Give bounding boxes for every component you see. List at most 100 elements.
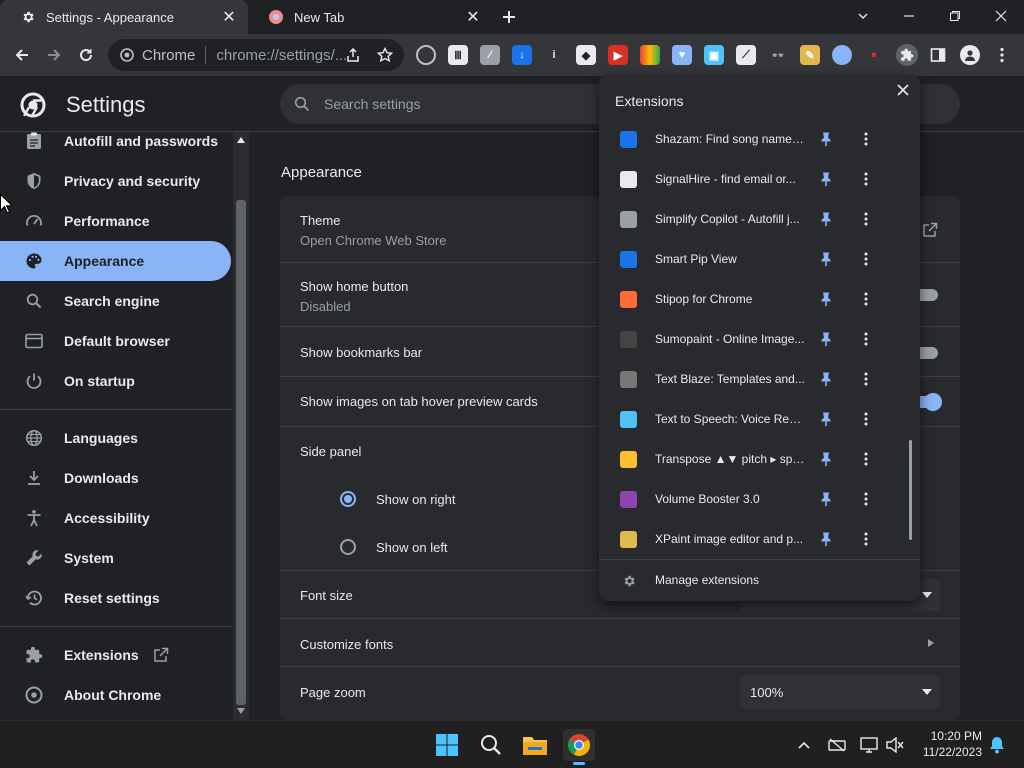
more-options-icon[interactable] bbox=[858, 531, 874, 547]
sidebar-item-autofill[interactable]: Autofill and passwords bbox=[0, 132, 231, 161]
extension-icon[interactable]: Ⅲ bbox=[448, 45, 468, 65]
sidebar-item-on-startup[interactable]: On startup bbox=[0, 361, 231, 401]
pin-icon[interactable] bbox=[818, 531, 834, 547]
compass-extension-icon[interactable] bbox=[416, 45, 436, 65]
extension-list-item[interactable]: Simplify Copilot - Autofill j... bbox=[599, 199, 905, 239]
extension-list-item[interactable]: Volume Booster 3.0 bbox=[599, 479, 905, 519]
record-extension-icon[interactable]: ▶ bbox=[608, 45, 628, 65]
more-options-icon[interactable] bbox=[858, 411, 874, 427]
pin-icon[interactable] bbox=[818, 131, 834, 147]
more-options-icon[interactable] bbox=[858, 331, 874, 347]
more-options-icon[interactable] bbox=[858, 171, 874, 187]
cloud-extension-icon[interactable] bbox=[640, 45, 660, 65]
more-options-icon[interactable] bbox=[858, 371, 874, 387]
sidebar-item-system[interactable]: System bbox=[0, 538, 231, 578]
share-icon[interactable] bbox=[340, 42, 366, 68]
more-options-icon[interactable] bbox=[858, 491, 874, 507]
restore-button[interactable] bbox=[932, 0, 978, 32]
pin-icon[interactable] bbox=[818, 491, 834, 507]
simplify-extension-icon[interactable]: ⁄ bbox=[480, 45, 500, 65]
side-panel-icon[interactable] bbox=[928, 45, 948, 65]
file-explorer-icon[interactable] bbox=[520, 730, 550, 760]
back-button[interactable] bbox=[9, 42, 35, 68]
sidebar-item-search-engine[interactable]: Search engine bbox=[0, 281, 231, 321]
notification-bell-icon[interactable] bbox=[986, 730, 1008, 760]
scroll-up-icon[interactable] bbox=[237, 137, 245, 143]
close-icon[interactable]: ✕ bbox=[218, 6, 240, 28]
new-tab-button[interactable] bbox=[498, 6, 520, 28]
scrollbar-thumb[interactable] bbox=[236, 200, 246, 705]
extension-icon[interactable]: ▣ bbox=[704, 45, 724, 65]
pin-icon[interactable] bbox=[818, 251, 834, 267]
pin-icon[interactable] bbox=[818, 371, 834, 387]
sidebar-item-downloads[interactable]: Downloads bbox=[0, 458, 231, 498]
reload-button[interactable] bbox=[73, 42, 99, 68]
extension-list-item[interactable]: Smart Pip View bbox=[599, 239, 905, 279]
radio-show-on-left[interactable] bbox=[340, 539, 356, 555]
sidebar-item-languages[interactable]: Languages bbox=[0, 418, 231, 458]
sidebar-item-default-browser[interactable]: Default browser bbox=[0, 321, 231, 361]
volume-muted-icon[interactable] bbox=[882, 730, 908, 760]
info-extension-icon[interactable]: i bbox=[544, 45, 564, 65]
taskbar-chrome-icon[interactable] bbox=[563, 729, 595, 765]
more-options-icon[interactable] bbox=[858, 291, 874, 307]
forward-button[interactable] bbox=[41, 42, 67, 68]
display-icon[interactable] bbox=[856, 730, 882, 760]
radio-show-on-right[interactable] bbox=[340, 491, 356, 507]
extension-list-item[interactable]: Transpose ▲▼ pitch ▸ spe... bbox=[599, 439, 905, 479]
taskbar-search-icon[interactable] bbox=[476, 730, 506, 760]
manage-extensions-button[interactable]: Manage extensions bbox=[599, 559, 920, 601]
more-options-icon[interactable] bbox=[858, 131, 874, 147]
more-options-icon[interactable] bbox=[858, 251, 874, 267]
sumopaint-extension-icon[interactable]: 👓 bbox=[768, 45, 788, 65]
sidebar-item-performance[interactable]: Performance bbox=[0, 201, 231, 241]
windows-start-icon[interactable] bbox=[432, 730, 462, 760]
system-clock[interactable]: 10:20 PM 11/22/2023 bbox=[912, 728, 982, 760]
tab-search-button[interactable] bbox=[840, 0, 886, 32]
puzzle-icon[interactable] bbox=[896, 44, 918, 66]
search-input[interactable]: Search settings bbox=[324, 96, 421, 112]
bookmark-star-icon[interactable] bbox=[372, 42, 398, 68]
extension-list-item[interactable]: Stipop for Chrome bbox=[599, 279, 905, 319]
show-on-right-label[interactable]: Show on right bbox=[376, 492, 456, 507]
extension-list-item[interactable]: Text Blaze: Templates and... bbox=[599, 359, 905, 399]
profile-icon[interactable] bbox=[960, 45, 980, 65]
pin-icon[interactable] bbox=[818, 291, 834, 307]
pin-icon[interactable] bbox=[818, 171, 834, 187]
tray-chevron-up-icon[interactable] bbox=[792, 730, 816, 760]
close-window-button[interactable] bbox=[978, 0, 1024, 32]
show-on-left-label[interactable]: Show on left bbox=[376, 540, 448, 555]
pin-icon[interactable] bbox=[818, 331, 834, 347]
extension-list-item[interactable]: Shazam: Find song names... bbox=[599, 119, 905, 159]
pin-icon[interactable] bbox=[818, 411, 834, 427]
sidebar-item-accessibility[interactable]: Accessibility bbox=[0, 498, 231, 538]
minimize-button[interactable] bbox=[886, 0, 932, 32]
sidebar-item-reset[interactable]: Reset settings bbox=[0, 578, 231, 618]
pin-icon[interactable] bbox=[818, 451, 834, 467]
xpaint-extension-icon[interactable]: ✎ bbox=[800, 45, 820, 65]
menu-icon[interactable] bbox=[992, 45, 1012, 65]
popup-scrollbar[interactable] bbox=[909, 440, 912, 540]
more-options-icon[interactable] bbox=[858, 451, 874, 467]
sidebar-item-privacy[interactable]: Privacy and security bbox=[0, 161, 231, 201]
sidebar-item-about[interactable]: About Chrome bbox=[0, 675, 231, 715]
extension-icon[interactable]: ◆ bbox=[576, 45, 596, 65]
extension-icon[interactable]: ● bbox=[864, 45, 884, 65]
tab-new-tab[interactable]: New Tab ✕ bbox=[248, 0, 492, 34]
pin-icon[interactable] bbox=[818, 211, 834, 227]
customize-fonts-row[interactable]: Customize fonts bbox=[280, 618, 960, 666]
extension-list-item[interactable]: XPaint image editor and p... bbox=[599, 519, 905, 559]
download-extension-icon[interactable]: ↓ bbox=[512, 45, 532, 65]
network-off-icon[interactable] bbox=[824, 730, 850, 760]
page-zoom-select[interactable]: 100% bbox=[740, 675, 940, 709]
sidebar-item-appearance[interactable]: Appearance bbox=[0, 241, 231, 281]
extension-list-item[interactable]: Text to Speech: Voice Read... bbox=[599, 399, 905, 439]
extension-list-item[interactable]: SignalHire - find email or... bbox=[599, 159, 905, 199]
sidebar-scrollbar[interactable] bbox=[233, 132, 249, 720]
sidebar-item-extensions[interactable]: Extensions bbox=[0, 635, 231, 675]
tab-settings[interactable]: Settings - Appearance ✕ bbox=[0, 0, 248, 34]
close-icon[interactable] bbox=[893, 80, 913, 100]
heart-extension-icon[interactable]: ♥ bbox=[672, 45, 692, 65]
more-options-icon[interactable] bbox=[858, 211, 874, 227]
close-icon[interactable]: ✕ bbox=[462, 6, 484, 28]
